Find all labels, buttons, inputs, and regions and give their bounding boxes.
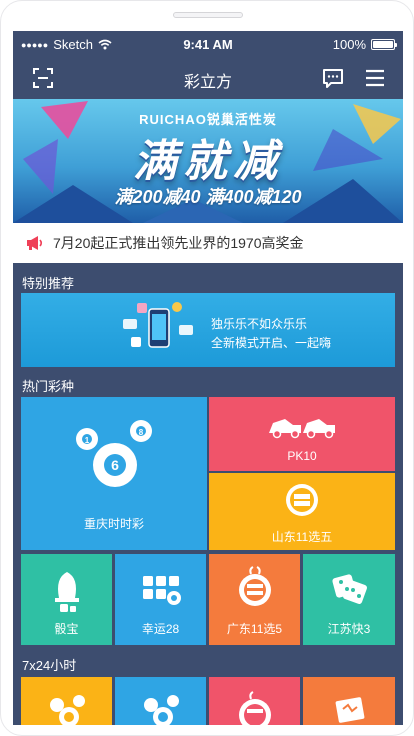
nav-bar: 彩立方: [13, 57, 403, 99]
game-tile-sicbo[interactable]: 骰宝: [21, 554, 112, 645]
game-label: 幸运28: [141, 622, 180, 636]
game-label: PK10: [287, 449, 317, 463]
jiangsu-dice-icon: [332, 574, 367, 604]
notice-bar[interactable]: 7月20起正式推出领先业界的1970高奖金: [13, 223, 403, 263]
game-tile-guangdong[interactable]: 广东11选5: [209, 554, 300, 645]
notice-text: 7月20起正式推出领先业界的1970高奖金: [53, 235, 304, 251]
message-icon[interactable]: [321, 66, 345, 90]
svg-text:6: 6: [111, 457, 119, 473]
section-title-hot: 热门彩种: [22, 379, 75, 394]
section-title-special: 特别推荐: [22, 276, 75, 291]
balls-icon: [144, 695, 179, 725]
svg-text:8: 8: [139, 428, 144, 437]
all-day-tile-4[interactable]: [303, 677, 395, 725]
game-label: 重庆时时彩: [83, 517, 144, 531]
banner-headline: 满就减: [133, 137, 283, 186]
battery-icon: [371, 39, 397, 50]
phone-share-icon: [123, 302, 193, 348]
game-label: 江苏快3: [327, 622, 371, 636]
race-cars-icon: [269, 419, 335, 439]
game-label: 山东11选五: [271, 530, 333, 544]
phone-frame: ●●●●● Sketch 9:41 AM 100% 彩立方 RUICHAO锐巢活…: [0, 0, 414, 736]
svg-text:1: 1: [85, 436, 90, 445]
special-recommend-card[interactable]: 独乐乐不如众乐乐 全新模式开启、一起嗨: [21, 293, 395, 367]
menu-icon[interactable]: [363, 66, 387, 90]
game-tile-lucky28[interactable]: 幸运28: [115, 554, 206, 645]
game-label: 广东11选5: [226, 622, 283, 636]
lottery-balls-icon: 6 1 8: [76, 420, 152, 487]
all-day-tile-2[interactable]: [115, 677, 206, 725]
shandong-11-5-icon: [286, 484, 318, 516]
special-card-line1: 独乐乐不如众乐乐: [211, 317, 308, 331]
balls-icon: [50, 695, 85, 725]
dice-cup-icon: [55, 572, 79, 612]
ticket-icon: [335, 697, 365, 723]
all-day-tile-1[interactable]: [21, 677, 112, 725]
battery-percent: 100%: [332, 37, 366, 52]
game-label: 骰宝: [54, 622, 79, 636]
section-title-all-day: 7x24小时: [22, 658, 77, 673]
game-tile-jiangsu[interactable]: 江苏快3: [303, 554, 395, 645]
promo-banner[interactable]: RUICHAO锐巢活性炭 满就减 满200减40 满400减120: [13, 99, 403, 223]
anhui-11-5-icon: [239, 691, 271, 725]
game-tile-chongqing[interactable]: 6 1 8 重庆时时彩: [21, 397, 207, 550]
banner-offer: 满200减40 满400减120: [114, 187, 302, 207]
game-tile-pk10[interactable]: PK10: [209, 397, 395, 471]
phone-speaker: [173, 12, 243, 18]
lucky-grid-icon: [143, 576, 181, 605]
guangdong-11-5-icon: [239, 566, 271, 606]
screen: ●●●●● Sketch 9:41 AM 100% 彩立方 RUICHAO锐巢活…: [13, 31, 403, 725]
game-tile-shandong[interactable]: 山东11选五: [209, 473, 395, 550]
special-card-line2: 全新模式开启、一起嗨: [211, 336, 332, 350]
all-day-tile-3[interactable]: [209, 677, 300, 725]
megaphone-icon: [27, 236, 43, 250]
status-bar: ●●●●● Sketch 9:41 AM 100%: [13, 31, 403, 57]
